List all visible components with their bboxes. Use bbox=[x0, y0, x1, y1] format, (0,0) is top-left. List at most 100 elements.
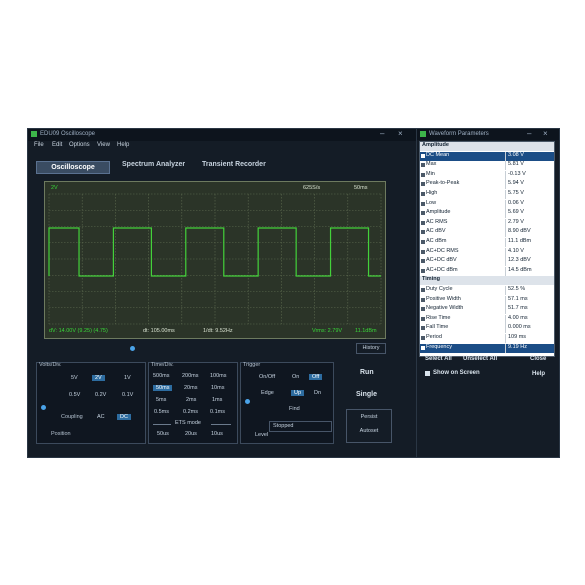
parameter-checkbox[interactable] bbox=[421, 268, 425, 273]
parameter-checkbox[interactable] bbox=[421, 336, 425, 340]
parameter-checkbox[interactable] bbox=[421, 153, 425, 158]
time-200ms[interactable]: 200ms bbox=[182, 373, 199, 379]
parameter-row[interactable]: Amplitude 5.69 V bbox=[420, 209, 554, 219]
close-icon[interactable]: × bbox=[543, 129, 548, 138]
parameter-row[interactable]: Frequency 9.19 Hz bbox=[420, 343, 554, 353]
horizontal-position-handle[interactable] bbox=[130, 346, 135, 351]
parameter-row[interactable]: AC RMS 2.79 V bbox=[420, 218, 554, 228]
parameter-checkbox[interactable] bbox=[421, 201, 425, 206]
coupling-ac[interactable]: AC bbox=[97, 414, 105, 420]
volts-1v[interactable]: 1V bbox=[124, 375, 131, 381]
parameter-row[interactable]: Positive Width 57.1 ms bbox=[420, 295, 554, 305]
volts-0-5v[interactable]: 0.5V bbox=[69, 392, 80, 398]
time-0-5ms[interactable]: 0.5ms bbox=[154, 409, 169, 415]
parameter-row[interactable]: AC dBV 8.90 dBV bbox=[420, 228, 554, 238]
tab-spectrum-analyzer[interactable]: Spectrum Analyzer bbox=[122, 161, 185, 172]
help-button[interactable]: Help bbox=[532, 371, 545, 377]
time-500ms[interactable]: 500ms bbox=[153, 373, 170, 379]
parameter-row[interactable]: AC+DC dBV 12.3 dBV bbox=[420, 257, 554, 267]
ets-20us[interactable]: 20us bbox=[185, 431, 197, 437]
time-20ms[interactable]: 20ms bbox=[184, 385, 197, 391]
menu-view[interactable]: View bbox=[97, 142, 110, 148]
parameter-checkbox[interactable] bbox=[421, 259, 425, 264]
tab-transient-recorder[interactable]: Transient Recorder bbox=[202, 161, 266, 172]
parameter-list[interactable]: Amplitude DC Mean 3.08 V Max 5.81 V Min -0.13 … bbox=[419, 141, 555, 357]
minimize-icon[interactable]: – bbox=[527, 129, 531, 138]
ets-10us[interactable]: 10us bbox=[211, 431, 223, 437]
parameter-row[interactable]: Period 109 ms bbox=[420, 334, 554, 343]
close-icon[interactable]: × bbox=[398, 129, 403, 138]
close-button[interactable]: Close bbox=[530, 356, 546, 362]
parameter-checkbox[interactable] bbox=[421, 326, 425, 331]
trigger-find-button[interactable]: Find bbox=[289, 406, 300, 412]
trigger-level-handle[interactable] bbox=[245, 399, 250, 404]
show-on-screen-checkbox[interactable] bbox=[425, 371, 430, 376]
trigger-off[interactable]: Off bbox=[309, 374, 323, 380]
parameter-name: Min bbox=[426, 170, 435, 177]
parameter-row[interactable]: Fall Time 0.000 ms bbox=[420, 324, 554, 334]
parameter-checkbox[interactable] bbox=[421, 249, 425, 254]
parameter-checkbox[interactable] bbox=[421, 307, 425, 312]
parameter-row[interactable]: AC+DC RMS 4.10 V bbox=[420, 247, 554, 257]
time-0-2ms[interactable]: 0.2ms bbox=[183, 409, 198, 415]
volts-0-1v[interactable]: 0.1V bbox=[122, 392, 133, 398]
run-button[interactable]: Run bbox=[360, 369, 374, 376]
time-5ms[interactable]: 5ms bbox=[156, 397, 166, 403]
coupling-dc[interactable]: DC bbox=[117, 414, 131, 420]
menu-file[interactable]: File bbox=[34, 142, 44, 148]
parameter-checkbox[interactable] bbox=[421, 163, 425, 168]
parameter-row[interactable]: Min -0.13 V bbox=[420, 170, 554, 180]
parameter-row[interactable]: Duty Cycle 52.5 % bbox=[420, 286, 554, 295]
history-button[interactable]: History bbox=[356, 343, 386, 354]
params-window-title: Waveform Parameters bbox=[429, 131, 489, 137]
parameter-checkbox[interactable] bbox=[421, 211, 425, 216]
parameter-checkbox[interactable] bbox=[421, 230, 425, 235]
single-button[interactable]: Single bbox=[356, 391, 377, 398]
parameter-value: 109 ms bbox=[505, 334, 553, 343]
parameter-row[interactable]: Negative Width 51.7 ms bbox=[420, 305, 554, 315]
dt-readout: dt: 105.00ms bbox=[143, 328, 175, 334]
parameter-row[interactable]: Rise Time 4.00 ms bbox=[420, 314, 554, 324]
parameter-row[interactable]: AC dBm 11.1 dBm bbox=[420, 238, 554, 247]
volts-5v[interactable]: 5V bbox=[71, 375, 78, 381]
time-10ms[interactable]: 10ms bbox=[211, 385, 224, 391]
parameter-row[interactable]: AC+DC dBm 14.5 dBm bbox=[420, 266, 554, 276]
parameter-checkbox[interactable] bbox=[421, 182, 425, 187]
parameter-checkbox[interactable] bbox=[421, 297, 425, 302]
edge-up[interactable]: Up bbox=[291, 390, 305, 396]
time-1ms[interactable]: 1ms bbox=[212, 397, 222, 403]
parameter-checkbox[interactable] bbox=[421, 345, 425, 350]
volts-2v[interactable]: 2V bbox=[92, 375, 105, 381]
time-2ms[interactable]: 2ms bbox=[186, 397, 196, 403]
trigger-on[interactable]: On bbox=[292, 374, 299, 380]
parameter-checkbox[interactable] bbox=[421, 240, 425, 244]
parameter-checkbox[interactable] bbox=[421, 316, 425, 321]
time-100ms[interactable]: 100ms bbox=[210, 373, 227, 379]
menu-edit[interactable]: Edit bbox=[52, 142, 62, 148]
edge-dn[interactable]: Dn bbox=[314, 390, 321, 396]
parameter-checkbox[interactable] bbox=[421, 192, 425, 196]
parameter-row[interactable]: DC Mean 3.08 V bbox=[420, 151, 554, 161]
autoset-button[interactable]: Autoset bbox=[347, 428, 391, 434]
scope-display[interactable]: 2V 625S/s 50ms dV: 14.00V (9.25) (4.75) … bbox=[44, 181, 386, 339]
parameter-row[interactable]: Peak-to-Peak 5.94 V bbox=[420, 180, 554, 190]
unselect-all-button[interactable]: Unselect All bbox=[463, 356, 497, 362]
tab-oscilloscope[interactable]: Oscilloscope bbox=[36, 161, 110, 174]
minimize-icon[interactable]: – bbox=[380, 129, 384, 138]
parameter-checkbox[interactable] bbox=[421, 288, 425, 292]
volts-0-2v[interactable]: 0.2V bbox=[95, 392, 106, 398]
parameter-row[interactable]: Low 0.06 V bbox=[420, 199, 554, 209]
select-all-button[interactable]: Select All bbox=[425, 356, 452, 362]
menu-help[interactable]: Help bbox=[117, 142, 129, 148]
parameter-row[interactable]: High 5.75 V bbox=[420, 190, 554, 199]
time-0-1ms[interactable]: 0.1ms bbox=[210, 409, 225, 415]
parameter-value: 5.81 V bbox=[505, 161, 553, 171]
ets-50us[interactable]: 50us bbox=[157, 431, 169, 437]
menu-options[interactable]: Options bbox=[69, 142, 90, 148]
persist-button[interactable]: Persist bbox=[347, 414, 391, 420]
parameter-checkbox[interactable] bbox=[421, 172, 425, 177]
position-handle[interactable] bbox=[41, 405, 46, 410]
parameter-checkbox[interactable] bbox=[421, 220, 425, 225]
parameter-row[interactable]: Max 5.81 V bbox=[420, 161, 554, 171]
time-50ms[interactable]: 50ms bbox=[153, 385, 173, 391]
